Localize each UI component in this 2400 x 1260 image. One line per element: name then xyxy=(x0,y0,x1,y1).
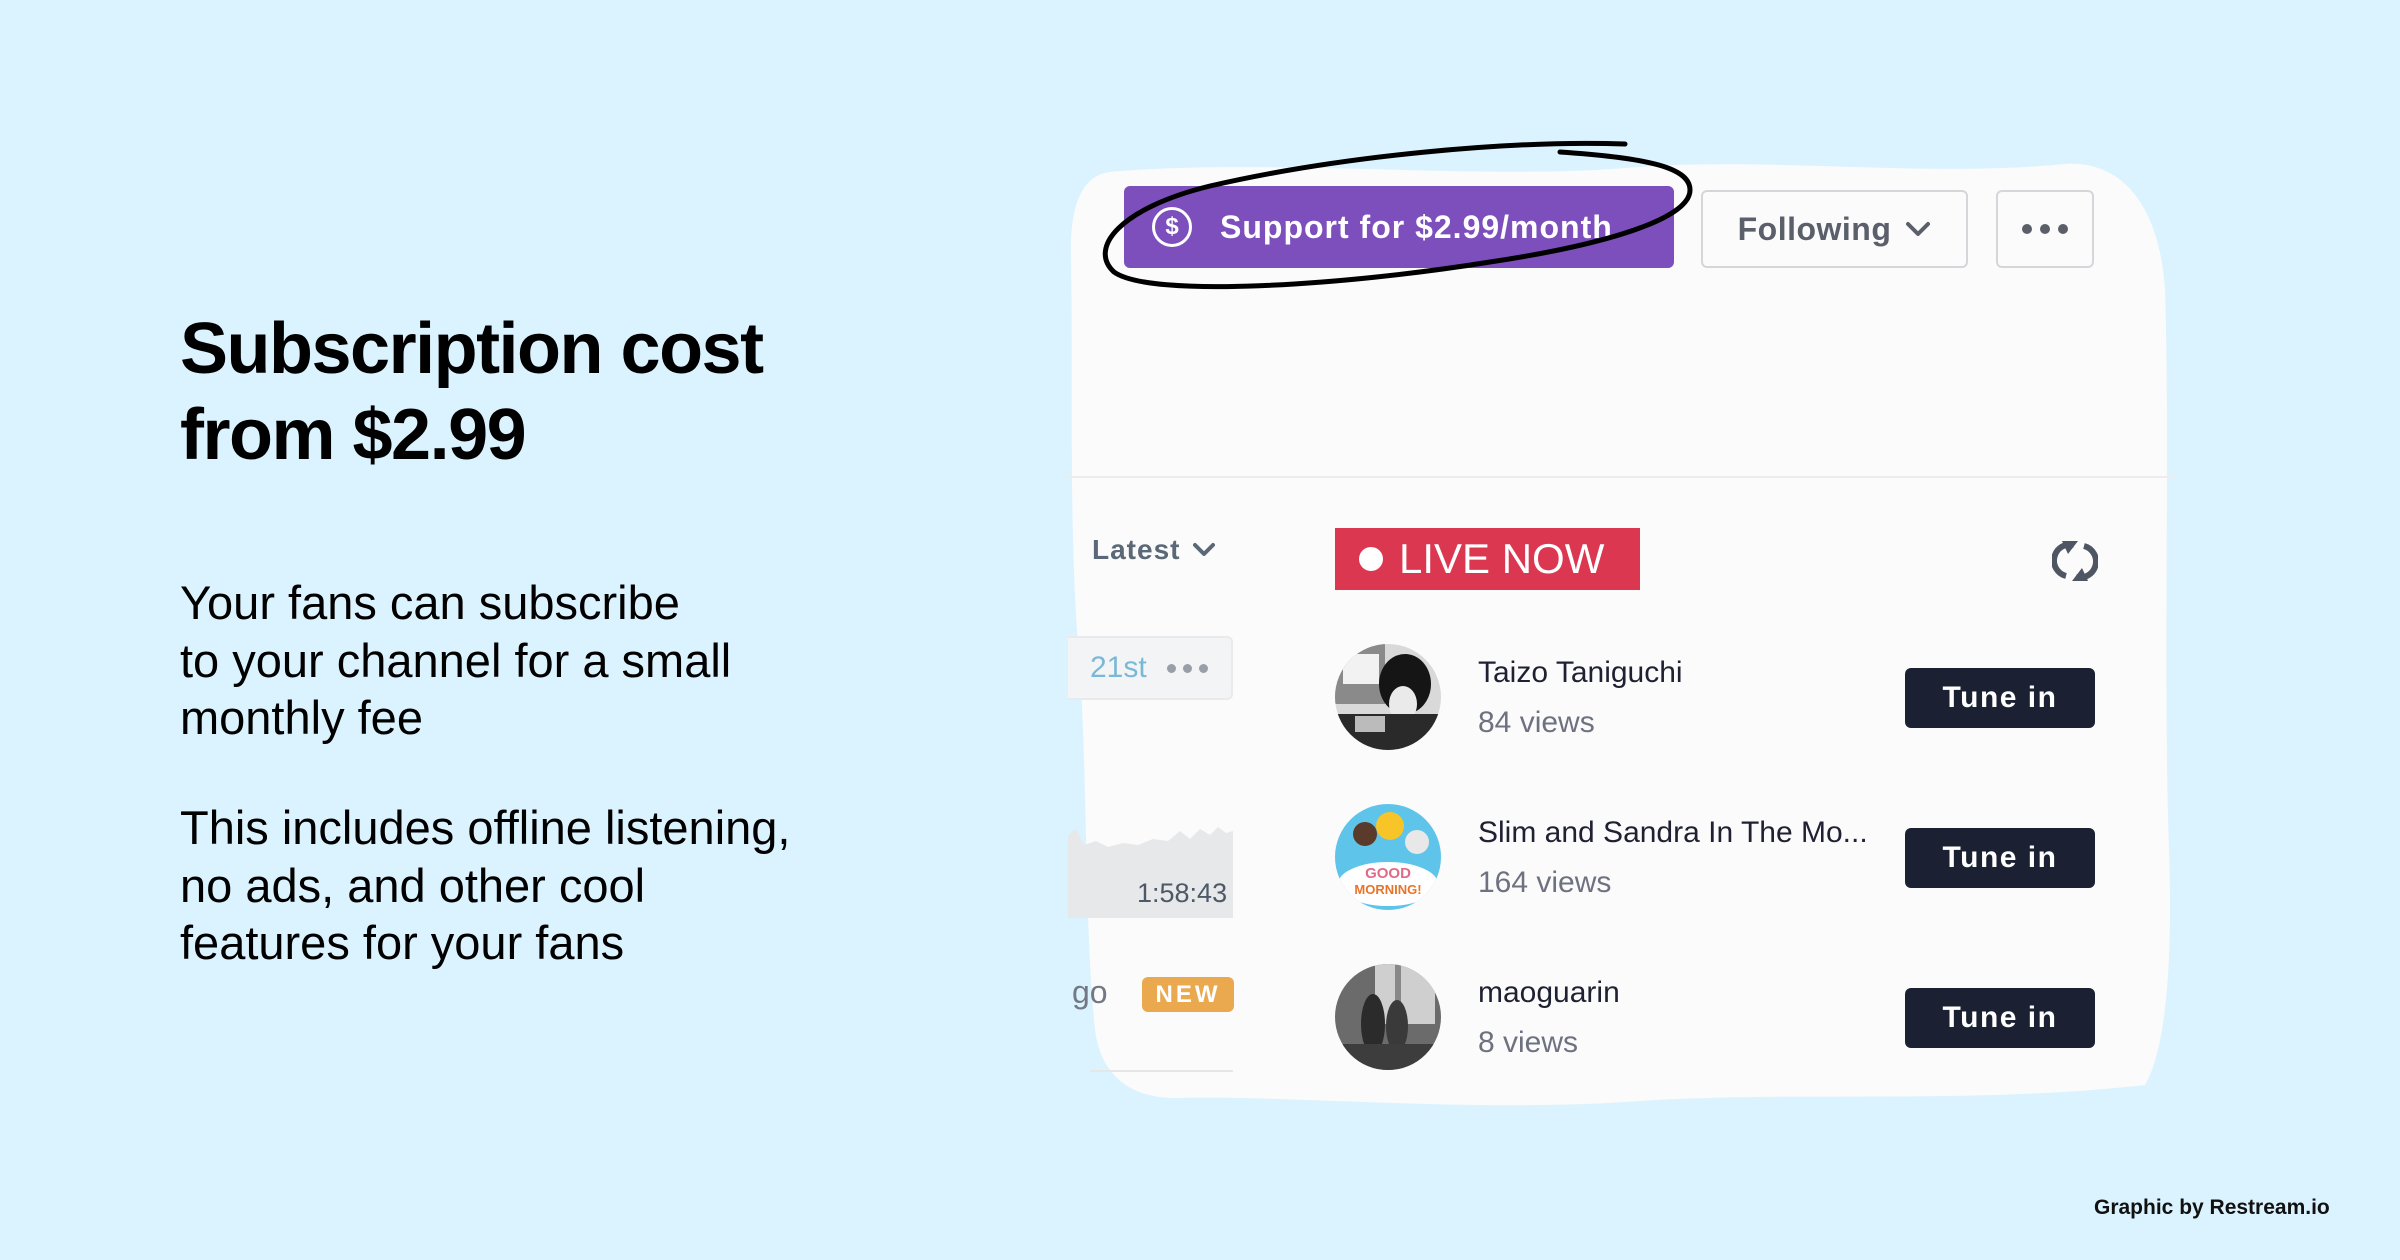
tune-in-button[interactable]: Tune in xyxy=(1905,668,2095,728)
avatar-image xyxy=(1335,964,1441,1070)
sort-dropdown[interactable]: Latest xyxy=(1092,534,1216,566)
more-options-button[interactable] xyxy=(1996,190,2094,268)
hand-drawn-highlight-oval xyxy=(1102,140,1693,290)
chevron-down-icon xyxy=(1906,222,1931,236)
svg-text:MORNING!: MORNING! xyxy=(1354,882,1421,897)
new-badge: NEW xyxy=(1142,977,1234,1012)
record-dot-icon xyxy=(1359,547,1383,571)
view-count: 8 views xyxy=(1478,1026,1579,1059)
streamer-name[interactable]: maoguarin xyxy=(1478,976,1620,1010)
view-count: 84 views xyxy=(1478,706,1595,739)
live-stream-row: Taizo Taniguchi 84 views Tune in xyxy=(1335,644,2095,754)
card-divider xyxy=(1090,1070,1233,1072)
paragraph-line: to your channel for a small xyxy=(180,633,732,687)
view-count: 164 views xyxy=(1478,866,1612,899)
live-stream-row: GOOD MORNING! Slim and Sandra In The Mo.… xyxy=(1335,804,2095,914)
paragraph-line: Your fans can subscribe xyxy=(180,576,680,629)
video-time-ago: go xyxy=(1072,974,1108,1010)
svg-text:GOOD: GOOD xyxy=(1365,865,1411,882)
streamer-name[interactable]: Slim and Sandra In The Mo... xyxy=(1478,816,1868,850)
more-horizontal-icon-dot xyxy=(2022,224,2032,234)
more-horizontal-icon-dot xyxy=(2040,224,2050,234)
headline-line-2: from $2.99 xyxy=(180,395,527,475)
paragraph-line: features for your fans xyxy=(180,916,625,969)
live-now-label: LIVE NOW xyxy=(1399,535,1605,582)
live-now-badge: LIVE NOW xyxy=(1335,528,1640,590)
avatar-image: GOOD MORNING! xyxy=(1335,804,1441,910)
more-horizontal-icon[interactable] xyxy=(1166,663,1208,673)
video-duration: 1:58:43 xyxy=(1137,878,1228,908)
avatar[interactable]: GOOD MORNING! xyxy=(1335,804,1441,910)
credit-text: Graphic by Restream.io xyxy=(2094,1196,2330,1219)
more-horizontal-icon-dot xyxy=(2058,224,2068,234)
paragraph-line: no ads, and other cool xyxy=(180,858,646,912)
chevron-down-icon xyxy=(1193,543,1216,556)
tune-in-button[interactable]: Tune in xyxy=(1905,988,2095,1048)
description-paragraph-1: Your fans can subscribe to your channel … xyxy=(180,574,731,747)
sort-label: Latest xyxy=(1092,534,1181,565)
live-stream-row: maoguarin 8 views Tune in xyxy=(1335,964,2095,1074)
video-date-bar: 21st xyxy=(1068,636,1233,700)
headline-line-1: Subscription cost xyxy=(180,309,764,389)
tune-in-button[interactable]: Tune in xyxy=(1905,828,2095,888)
paragraph-line: This includes offline listening, xyxy=(180,801,791,854)
following-label: Following xyxy=(1737,210,1892,247)
refresh-icon[interactable] xyxy=(2052,538,2098,584)
description-paragraph-2: This includes offline listening, no ads,… xyxy=(180,799,790,972)
paragraph-line: monthly fee xyxy=(180,691,423,744)
avatar[interactable] xyxy=(1335,964,1441,1070)
headline: Subscription cost from $2.99 xyxy=(180,306,764,478)
avatar-image xyxy=(1335,644,1441,750)
avatar[interactable] xyxy=(1335,644,1441,750)
section-divider xyxy=(1065,476,2175,478)
video-date: 21st xyxy=(1090,651,1147,684)
streamer-name[interactable]: Taizo Taniguchi xyxy=(1478,656,1683,690)
following-dropdown-button[interactable]: Following xyxy=(1701,190,1968,268)
